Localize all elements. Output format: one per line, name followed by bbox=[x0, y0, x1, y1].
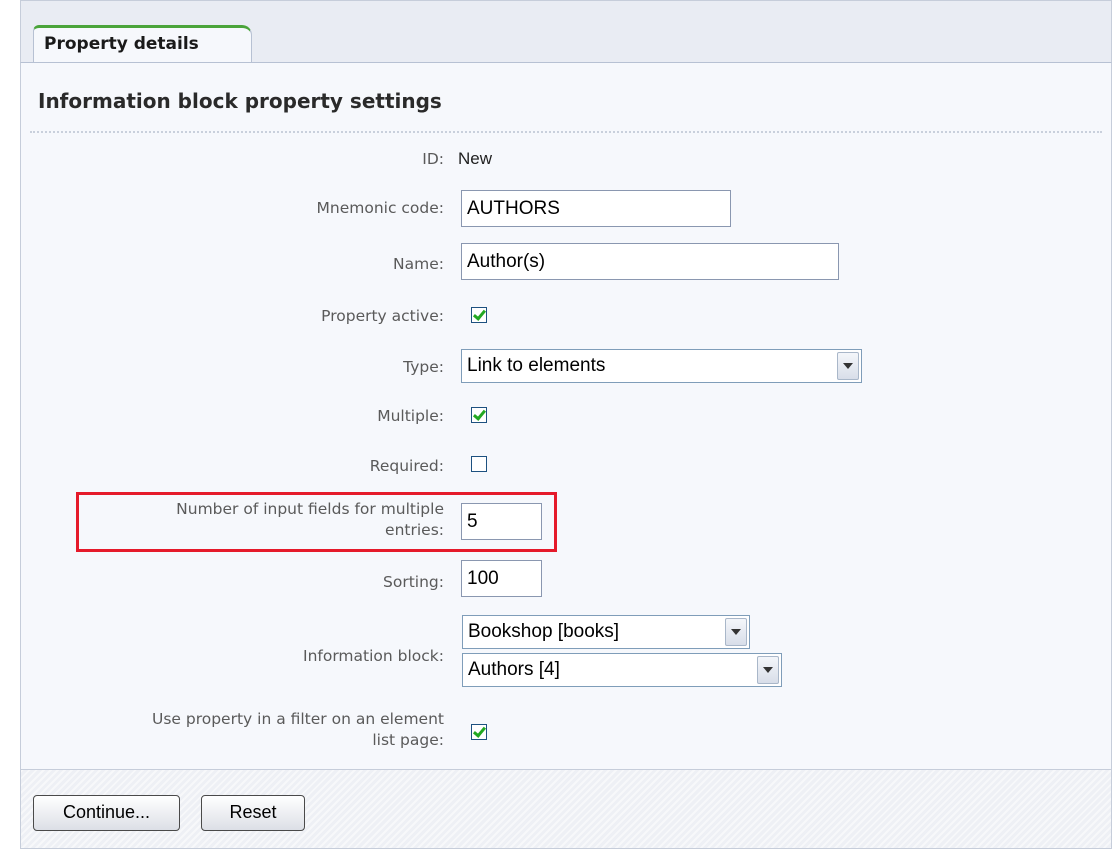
multiple-checkbox[interactable] bbox=[471, 407, 487, 423]
filter-label-line1: Use property in a filter on an element bbox=[151, 710, 444, 728]
tab-property-details[interactable]: Property details bbox=[33, 25, 252, 65]
filter-label: Use property in a filter on an element l… bbox=[152, 709, 444, 751]
filter-label-line2: list page: bbox=[372, 731, 444, 749]
required-checkbox[interactable] bbox=[471, 456, 487, 472]
property-active-checkbox[interactable] bbox=[471, 307, 487, 323]
id-label: ID: bbox=[422, 150, 444, 168]
iblock-select[interactable]: Authors [4] bbox=[462, 653, 782, 687]
section-title: Information block property settings bbox=[38, 89, 442, 113]
highlight-box bbox=[76, 492, 557, 552]
reset-button[interactable]: Reset bbox=[201, 795, 305, 831]
multiple-label: Multiple: bbox=[377, 407, 444, 425]
settings-panel: Information block property settings ID: … bbox=[20, 62, 1112, 770]
sorting-input[interactable]: 100 bbox=[461, 560, 542, 597]
chevron-down-icon[interactable] bbox=[757, 656, 779, 684]
button-bar: Continue... Reset bbox=[20, 770, 1112, 849]
required-label: Required: bbox=[369, 457, 444, 475]
mnemonic-code-input[interactable]: AUTHORS bbox=[461, 190, 731, 227]
name-label: Name: bbox=[393, 255, 444, 273]
iblock-value: Authors [4] bbox=[468, 659, 560, 680]
iblock-type-select[interactable]: Bookshop [books] bbox=[462, 615, 750, 649]
divider bbox=[30, 131, 1102, 133]
type-select[interactable]: Link to elements bbox=[461, 349, 862, 383]
name-input[interactable]: Author(s) bbox=[461, 243, 839, 280]
mnemonic-code-label: Mnemonic code: bbox=[316, 199, 445, 217]
property-form: Property details Information block prope… bbox=[20, 0, 1112, 849]
property-active-label: Property active: bbox=[321, 307, 444, 325]
filter-checkbox[interactable] bbox=[471, 724, 487, 740]
chevron-down-icon[interactable] bbox=[725, 618, 747, 646]
tab-strip: Property details bbox=[20, 0, 1112, 65]
sorting-label: Sorting: bbox=[383, 573, 444, 591]
iblock-type-value: Bookshop [books] bbox=[468, 621, 620, 642]
type-select-value: Link to elements bbox=[467, 355, 606, 376]
chevron-down-icon[interactable] bbox=[837, 352, 859, 380]
type-label: Type: bbox=[403, 358, 444, 376]
continue-button[interactable]: Continue... bbox=[33, 795, 180, 831]
information-block-label: Information block: bbox=[303, 647, 444, 665]
id-value: New bbox=[458, 149, 493, 168]
